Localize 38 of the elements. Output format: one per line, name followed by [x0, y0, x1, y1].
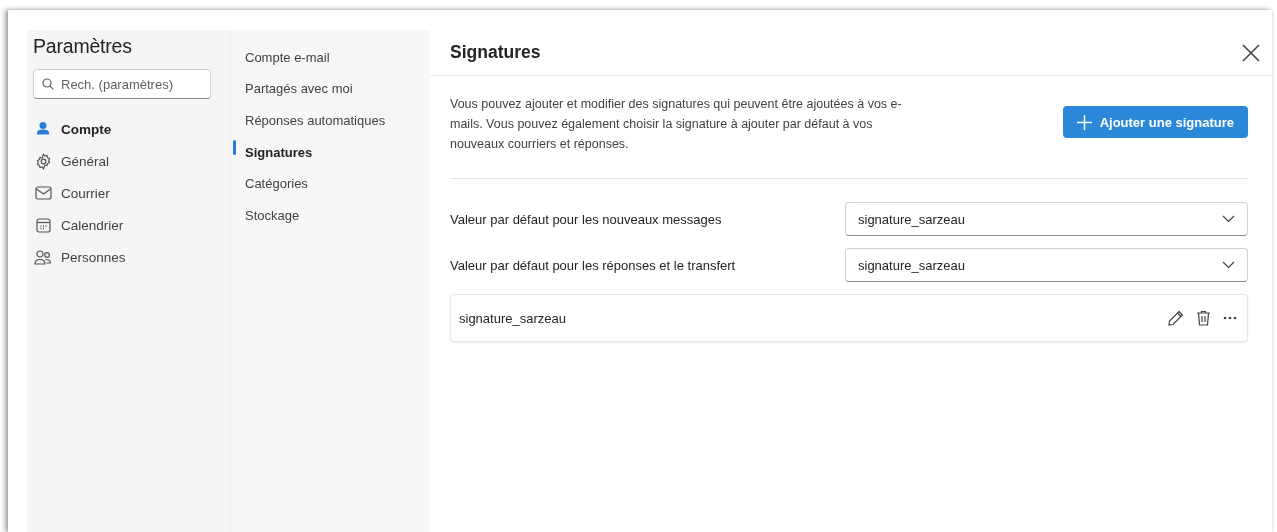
signature-dropdown[interactable]: signature_sarzeau	[845, 248, 1248, 282]
subnav-item[interactable]: Partagés avec moi	[231, 73, 353, 106]
category-item[interactable]: Courrier	[33, 177, 224, 209]
person-icon	[35, 121, 51, 137]
chevron-down-icon	[1222, 261, 1235, 269]
edit-button[interactable]	[1168, 310, 1184, 326]
category-item[interactable]: Général	[33, 145, 224, 177]
search-icon	[42, 78, 54, 90]
delete-button[interactable]	[1196, 310, 1211, 326]
panel-title: Signatures	[450, 42, 541, 63]
settings-icon	[34, 152, 52, 170]
description-text: Vous pouvez ajouter et modifier des signatures qui peuvent être ajoutées à vos e-mails. Vous pouvez également choisir la signature à ajouter par défaut à vos nouveaux courriers et réponses.	[450, 96, 902, 153]
category-item[interactable]: Compte	[33, 113, 224, 145]
signature-dropdown[interactable]: signature_sarzeau	[845, 202, 1248, 236]
settings-title: Paramètres	[33, 35, 133, 58]
subnav-item[interactable]: Catégories	[231, 168, 308, 200]
close-button[interactable]	[1240, 41, 1262, 64]
field-label: Valeur par défaut pour les nouveaux messages	[450, 211, 722, 227]
subnav-item[interactable]: Stockage	[231, 199, 300, 232]
mail-icon	[34, 186, 52, 200]
add-signature-button[interactable]: Ajouter une signature	[1062, 106, 1248, 138]
close-icon	[1242, 43, 1260, 62]
signature-name: signature_sarzeau	[459, 310, 566, 326]
plus-icon	[1076, 114, 1092, 130]
subnav-item[interactable]: Signatures	[231, 136, 313, 169]
trash-icon	[1196, 310, 1211, 326]
more-button[interactable]	[1223, 316, 1237, 320]
people-icon	[34, 249, 52, 265]
category-item[interactable]: Calendrier	[33, 209, 224, 241]
subnav-item[interactable]: Réponses automatiques	[231, 105, 386, 137]
pencil-icon	[1168, 310, 1184, 326]
more-icon	[1223, 316, 1237, 320]
field-label: Valeur par défaut pour les réponses et le transfert	[450, 257, 736, 273]
search-field[interactable]: Rech. (paramètres)	[33, 69, 211, 99]
calendar-icon	[35, 217, 51, 233]
category-item[interactable]: Personnes	[33, 241, 224, 273]
chevron-down-icon	[1222, 215, 1235, 223]
subnav-item[interactable]: Compte e-mail	[231, 42, 330, 74]
